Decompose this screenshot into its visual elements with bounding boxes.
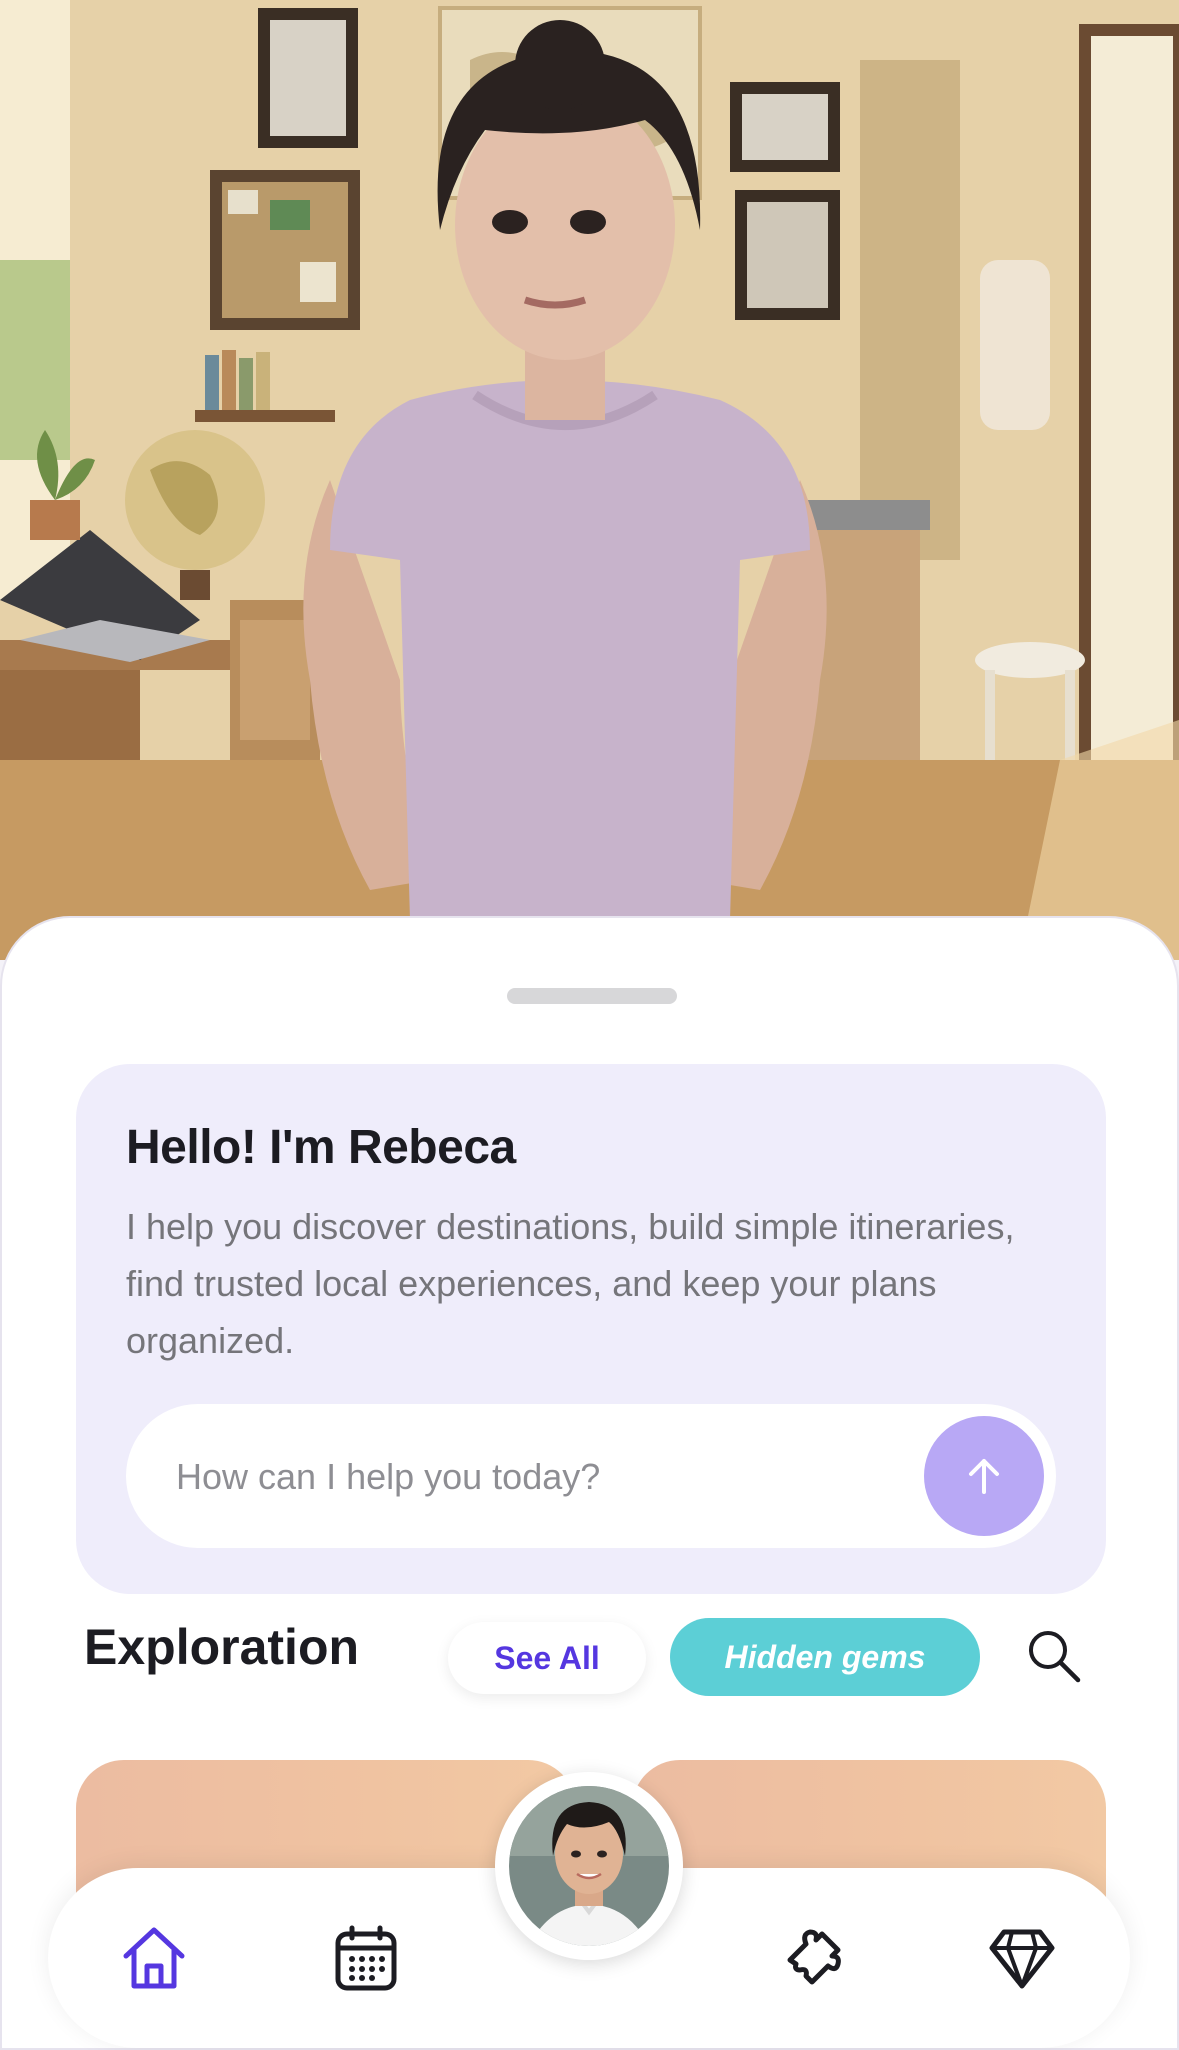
- home-icon: [123, 1927, 185, 1989]
- arrow-up-icon: [969, 1459, 999, 1494]
- exploration-header: Exploration See All Hidden gems: [2, 1598, 1179, 1708]
- search-button[interactable]: [1022, 1624, 1086, 1688]
- intro-title: Hello! I'm Rebeca: [126, 1121, 516, 1174]
- hero-illustration: [0, 0, 1179, 960]
- nav-premium[interactable]: [984, 1920, 1060, 1996]
- assistant-avatar-button[interactable]: [495, 1772, 683, 1960]
- search-icon: [1029, 1631, 1081, 1683]
- room-scene: [0, 0, 1179, 960]
- nav-calendar[interactable]: [328, 1920, 404, 1996]
- exploration-title: Exploration: [84, 1619, 360, 1675]
- diamond-icon: [989, 1929, 1055, 1989]
- puzzle-icon: [787, 1929, 841, 1985]
- nav-home[interactable]: [116, 1920, 192, 1996]
- send-button[interactable]: [924, 1416, 1044, 1536]
- avatar: [509, 1786, 669, 1946]
- hidden-gems-chip[interactable]: Hidden gems: [670, 1618, 980, 1696]
- ask-box: [126, 1404, 1056, 1550]
- sheet-drag-handle[interactable]: [507, 988, 677, 1004]
- calendar-icon: [335, 1925, 397, 1991]
- nav-puzzle[interactable]: [776, 1920, 852, 1996]
- assistant-intro-card: Hello! I'm Rebeca I help you discover de…: [76, 1064, 1106, 1594]
- intro-description: I help you discover destinations, build …: [126, 1206, 1015, 1361]
- ask-input[interactable]: [174, 1404, 878, 1550]
- see-all-button[interactable]: See All: [448, 1622, 646, 1694]
